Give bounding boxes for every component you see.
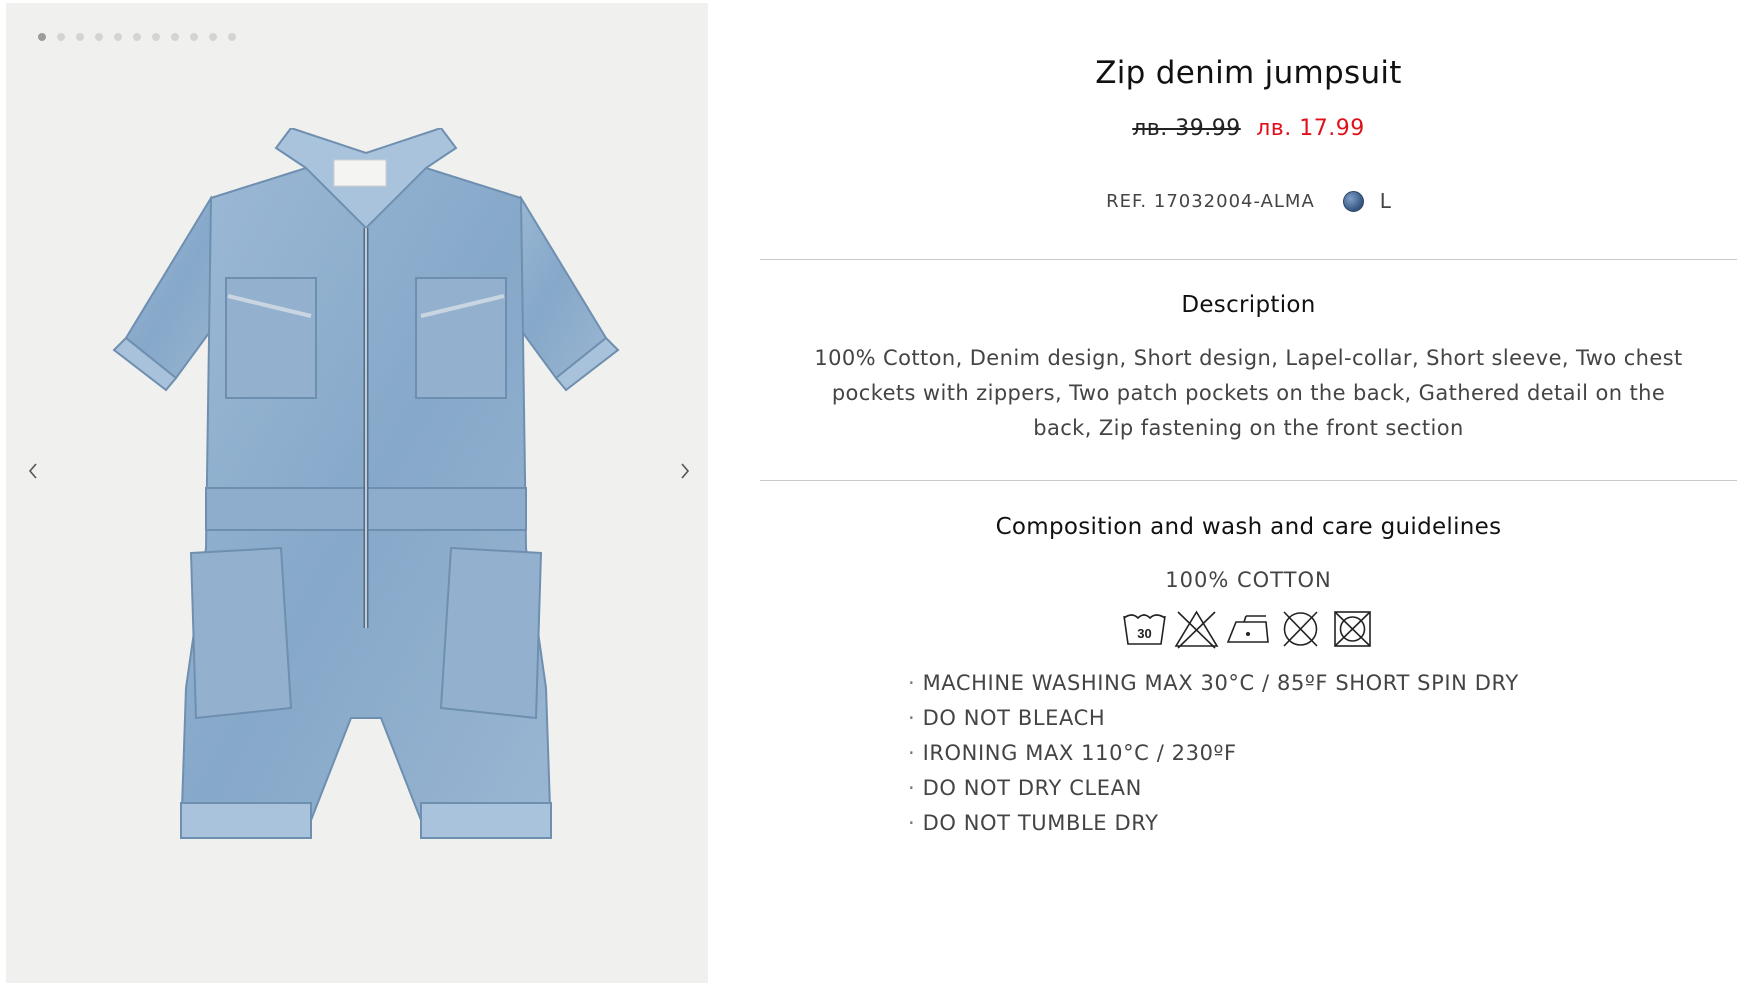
divider	[760, 480, 1737, 481]
care-instruction: IRONING MAX 110°C / 230ºF	[908, 736, 1519, 771]
gallery-next-button[interactable]	[674, 457, 696, 485]
product-info-panel: Zip denim jumpsuit лв. 39.99 лв. 17.99 R…	[760, 0, 1737, 987]
gallery-dot[interactable]	[57, 33, 65, 41]
care-heading: Composition and wash and care guidelines	[995, 514, 1502, 540]
care-instruction: DO NOT DRY CLEAN	[908, 771, 1519, 806]
product-reference: REF. 17032004-ALMA	[1106, 190, 1315, 212]
gallery-pagination-dots	[38, 33, 236, 41]
wash-30-icon: 30	[1123, 614, 1166, 645]
product-image-jumpsuit	[112, 128, 620, 840]
gallery-dot[interactable]	[171, 33, 179, 41]
no-dry-clean-icon	[1283, 611, 1318, 647]
color-swatch[interactable]	[1342, 190, 1364, 212]
chevron-left-icon	[28, 463, 37, 479]
no-tumble-dry-icon	[1334, 611, 1371, 647]
original-price: лв. 39.99	[1132, 116, 1241, 141]
description-heading: Description	[1181, 292, 1316, 318]
price-row: лв. 39.99 лв. 17.99	[760, 116, 1737, 141]
no-bleach-icon	[1174, 610, 1219, 649]
product-title: Zip denim jumpsuit	[1095, 55, 1402, 91]
gallery-prev-button[interactable]	[22, 457, 44, 485]
divider	[760, 259, 1737, 260]
gallery-dot[interactable]	[228, 33, 236, 41]
description-text: 100% Cotton, Denim design, Short design,…	[814, 346, 1683, 440]
chevron-right-icon	[681, 463, 690, 479]
gallery-dot[interactable]	[133, 33, 141, 41]
care-instructions-list: MACHINE WASHING MAX 30°C / 85ºF SHORT SP…	[908, 666, 1519, 841]
gallery-dot[interactable]	[152, 33, 160, 41]
composition-text: 100% COTTON	[1165, 568, 1332, 592]
care-instruction: DO NOT BLEACH	[908, 701, 1519, 736]
gallery-dot[interactable]	[76, 33, 84, 41]
product-image-gallery[interactable]	[6, 3, 708, 983]
iron-low-icon	[1226, 615, 1269, 643]
gallery-dot[interactable]	[190, 33, 198, 41]
care-icons-row: 30	[760, 608, 1737, 650]
gallery-dot[interactable]	[95, 33, 103, 41]
wash-temp-label: 30	[1137, 626, 1151, 641]
gallery-dot[interactable]	[209, 33, 217, 41]
reference-row: REF. 17032004-ALMA L	[760, 189, 1737, 213]
gallery-dot[interactable]	[38, 33, 46, 41]
gallery-dot[interactable]	[114, 33, 122, 41]
sale-price: лв. 17.99	[1256, 116, 1365, 141]
care-instruction: DO NOT TUMBLE DRY	[908, 806, 1519, 841]
selected-size: L	[1379, 189, 1391, 213]
care-instruction: MACHINE WASHING MAX 30°C / 85ºF SHORT SP…	[908, 666, 1519, 701]
